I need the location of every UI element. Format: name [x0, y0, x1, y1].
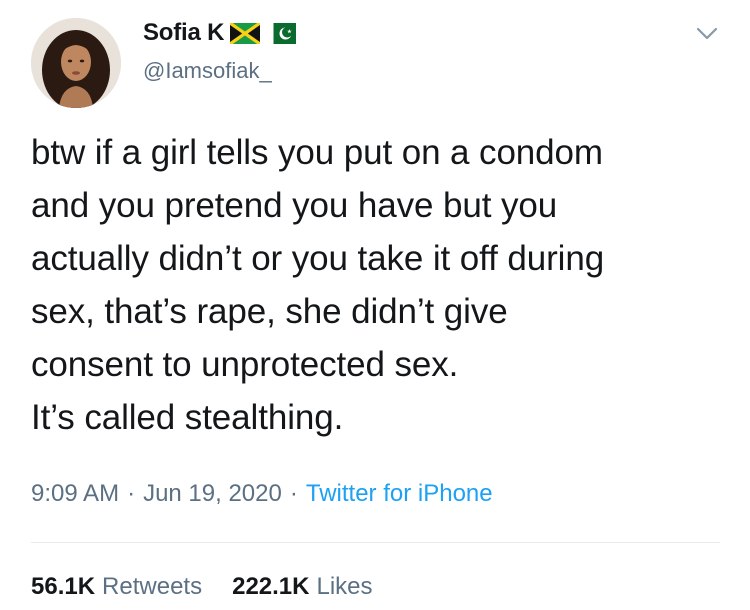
likes-label: Likes — [316, 573, 373, 600]
retweets-stat[interactable]: 56.1K Retweets — [31, 573, 202, 601]
tweet-text-line: It’s called stealthing. — [31, 398, 344, 437]
tweet-stats: 56.1K Retweets 222.1K Likes — [31, 573, 373, 601]
tweet-text: btw if a girl tells you put on a condom … — [31, 126, 731, 444]
pakistan-flag-icon — [266, 22, 297, 44]
tweet-source-link[interactable]: Twitter for iPhone — [306, 480, 493, 508]
author-handle[interactable]: @Iamsofiak_ — [143, 58, 272, 84]
tweet-card: Sofia K @Iamsofiak_ btw if a girl tells … — [0, 0, 750, 610]
tweet-time[interactable]: 9:09 AM — [31, 480, 119, 508]
author-display-name[interactable]: Sofia K — [143, 19, 224, 47]
likes-count: 222.1K — [232, 573, 310, 600]
divider — [31, 542, 720, 543]
avatar[interactable] — [31, 18, 121, 108]
tweet-text-line: btw if a girl tells you put on a condom — [31, 133, 603, 172]
retweets-count: 56.1K — [31, 573, 96, 600]
author-name-row[interactable]: Sofia K — [143, 19, 297, 47]
meta-separator: · — [289, 480, 298, 507]
tweet-text-line: consent to unprotected sex. — [31, 345, 459, 384]
tweet-text-line: sex, that’s rape, she didn’t give — [31, 292, 508, 331]
tweet-text-line: and you pretend you have but you — [31, 186, 558, 225]
jamaica-flag-icon — [230, 22, 261, 44]
retweets-label: Retweets — [102, 573, 203, 600]
chevron-down-icon[interactable] — [694, 20, 720, 46]
meta-separator: · — [127, 480, 136, 507]
likes-stat[interactable]: 222.1K Likes — [232, 573, 372, 601]
tweet-text-line: actually didn’t or you take it off durin… — [31, 239, 605, 278]
tweet-meta: 9:09 AM · Jun 19, 2020 · Twitter for iPh… — [31, 480, 493, 508]
tweet-date[interactable]: Jun 19, 2020 — [143, 480, 282, 508]
